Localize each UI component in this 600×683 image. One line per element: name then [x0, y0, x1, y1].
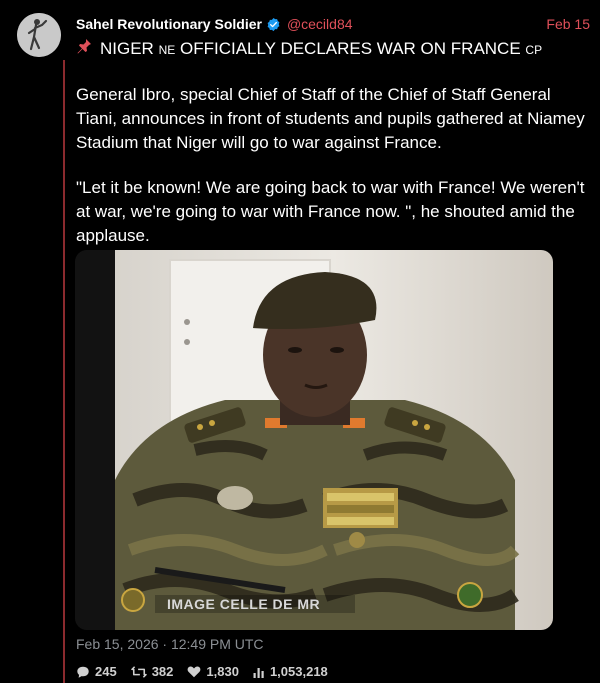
replies-count: 245 — [95, 664, 117, 679]
avatar-figure-icon — [17, 13, 61, 57]
likes-stat[interactable]: 1,830 — [187, 664, 239, 679]
post-headline: NIGER NE OFFICIALLY DECLARES WAR ON FRAN… — [76, 38, 596, 59]
views-stat[interactable]: 1,053,218 — [253, 664, 328, 679]
image-caption: IMAGE CELLE DE MR — [167, 596, 320, 612]
pushpin-icon — [76, 38, 92, 59]
comment-icon — [77, 666, 89, 678]
replies-stat[interactable]: 245 — [76, 664, 117, 679]
display-name[interactable]: Sahel Revolutionary Soldier — [76, 16, 262, 32]
avatar[interactable] — [17, 13, 61, 57]
headline-ne-flag: NE — [158, 43, 176, 57]
heart-icon — [188, 666, 201, 678]
user-handle[interactable]: @cecild84 — [287, 16, 353, 32]
post-date[interactable]: Feb 15 — [546, 16, 590, 32]
verified-badge-icon — [267, 17, 280, 31]
reposts-stat[interactable]: 382 — [130, 664, 174, 679]
reposts-count: 382 — [151, 664, 174, 679]
thread-line — [63, 60, 65, 683]
soldier-photo: IMAGE CELLE DE MR — [75, 250, 553, 630]
repost-icon — [130, 665, 147, 678]
post-timestamp[interactable]: Feb 15, 2026 · 12:49 PM UTC — [76, 636, 264, 652]
likes-count: 1,830 — [206, 664, 239, 679]
views-count: 1,053,218 — [269, 664, 328, 679]
post-paragraph-1: General Ibro, special Chief of Staff of … — [76, 85, 585, 152]
post-image[interactable]: IMAGE CELLE DE MR — [75, 250, 553, 630]
headline-cp-flag: CP — [525, 43, 543, 57]
headline-text: OFFICIALLY DECLARES WAR ON FRANCE — [179, 39, 521, 58]
post-paragraph-2: "Let it be known! We are going back to w… — [76, 178, 585, 245]
post-header: Sahel Revolutionary Soldier @cecild84 Fe… — [76, 14, 596, 34]
views-chart-icon — [253, 668, 264, 678]
post-card: Sahel Revolutionary Soldier @cecild84 Fe… — [0, 0, 600, 683]
engagement-stats: 245 382 1,830 1,053,218 — [76, 664, 342, 679]
headline-niger: NIGER — [100, 39, 154, 58]
